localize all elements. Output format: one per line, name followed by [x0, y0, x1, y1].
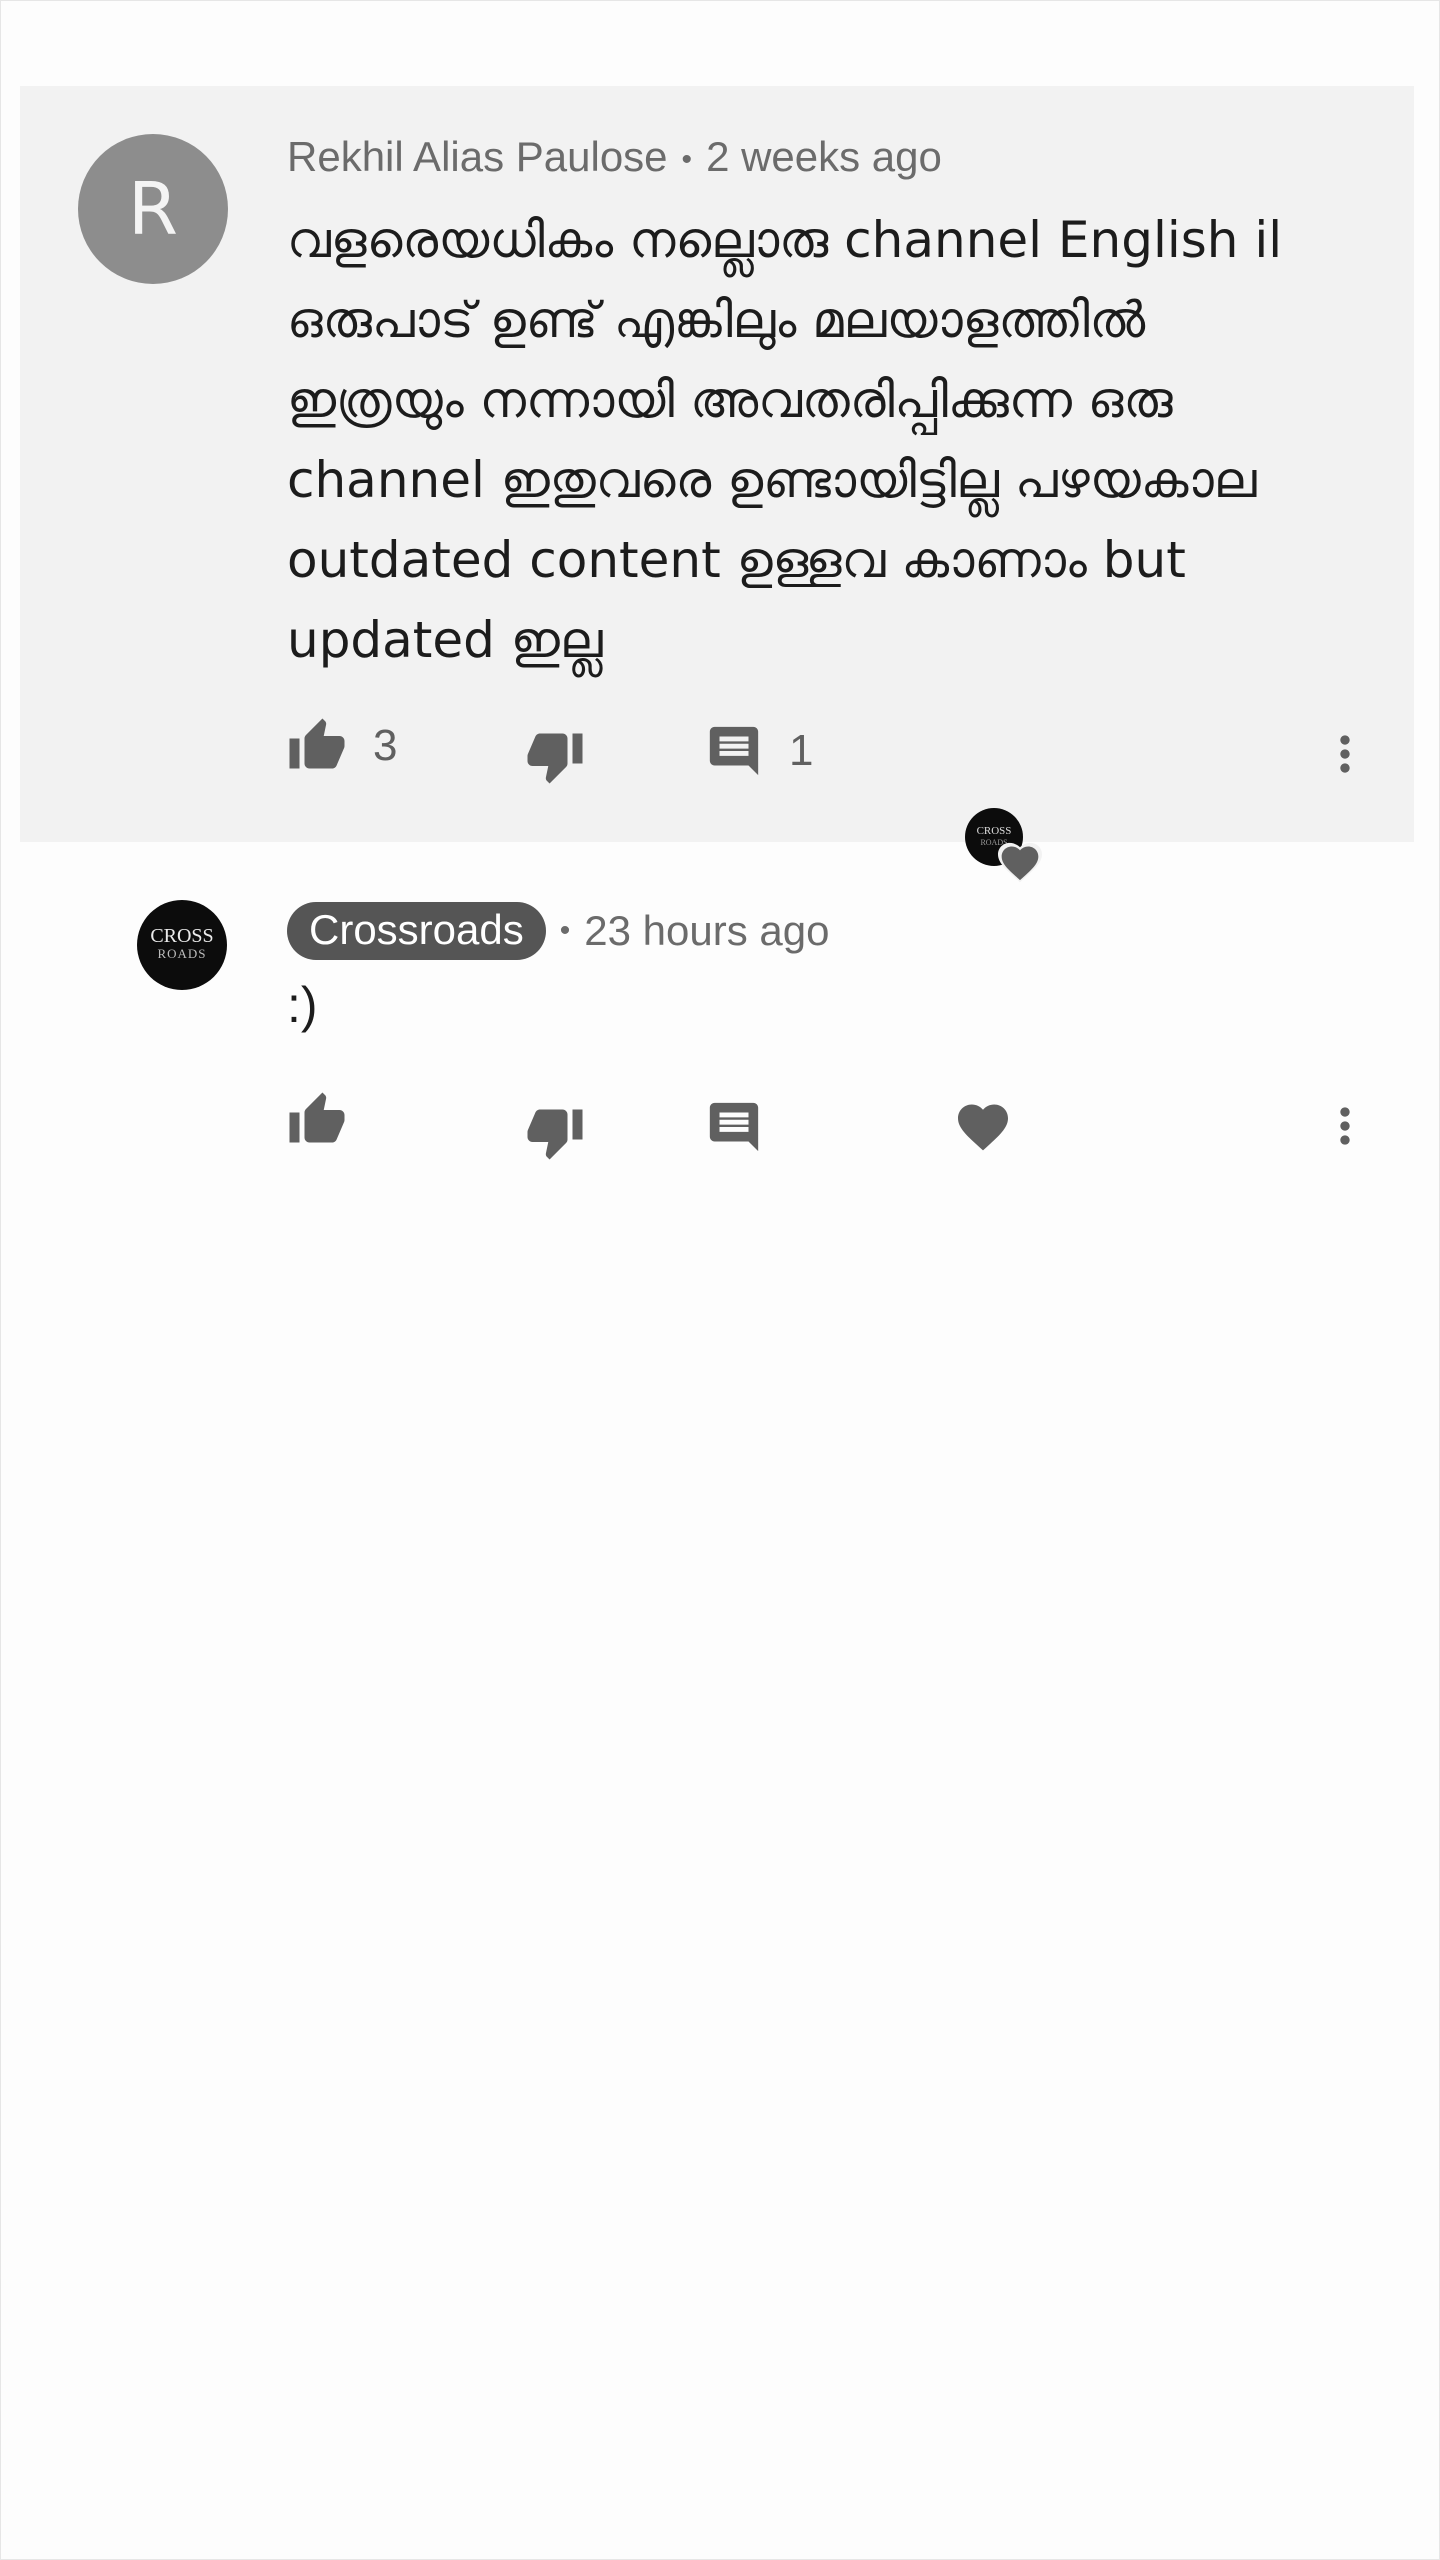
more-vert-icon	[1340, 1107, 1350, 1145]
reply-avatar-line1: CROSS	[150, 925, 214, 947]
reply-dislike-button[interactable]	[525, 1102, 585, 1162]
creator-heart-icon	[998, 842, 1042, 883]
reply-count: 1	[789, 726, 814, 775]
thumb-down-icon	[527, 1109, 583, 1160]
comment-text: വളരെയധികം നല്ലൊരു channel English il ഒരു…	[287, 211, 1283, 669]
reply-icon	[709, 726, 759, 776]
meta-separator: •	[681, 142, 693, 176]
thumb-down-icon	[527, 733, 583, 784]
reply-avatar-line2: ROADS	[157, 946, 207, 961]
reply-author-badge[interactable]: Crossroads	[287, 902, 546, 960]
comments-screen: R Rekhil Alias Paulose • 2 weeks ago വളരെയ…	[0, 0, 1440, 2560]
reply-icon	[709, 1102, 759, 1152]
meta-separator: •	[559, 914, 571, 947]
dislike-button[interactable]	[525, 726, 585, 786]
highlighted-comment: R Rekhil Alias Paulose • 2 weeks ago വളരെയ…	[20, 86, 1414, 883]
more-vert-icon	[1340, 735, 1350, 773]
reply-reply-button[interactable]	[705, 1098, 763, 1156]
reply-like-button[interactable]	[287, 1090, 347, 1150]
like-button[interactable]: 3	[287, 716, 397, 776]
reply-button[interactable]: 1	[705, 722, 813, 780]
reply-text: :)	[287, 977, 318, 1033]
heart-icon	[958, 1104, 1008, 1151]
comment-meta: Rekhil Alias Paulose • 2 weeks ago	[287, 130, 942, 187]
reply-time: 23 hours ago	[584, 907, 830, 954]
thumb-up-icon	[289, 718, 345, 769]
reply-meta: Crossroads • 23 hours ago	[287, 902, 829, 960]
comment-more-button[interactable]	[1317, 726, 1373, 782]
like-count: 3	[373, 721, 398, 770]
commenter-avatar[interactable]: R	[78, 134, 228, 284]
thumb-up-icon	[289, 1092, 345, 1143]
comment-author[interactable]: Rekhil Alias Paulose	[287, 133, 668, 180]
reply-avatar[interactable]: CROSS ROADS	[137, 900, 227, 990]
reply-more-button[interactable]	[1317, 1098, 1373, 1154]
comment-time: 2 weeks ago	[706, 133, 942, 180]
creator-heart-avatar-line1: CROSS	[976, 825, 1012, 837]
reply-heart-button[interactable]	[953, 1097, 1013, 1157]
